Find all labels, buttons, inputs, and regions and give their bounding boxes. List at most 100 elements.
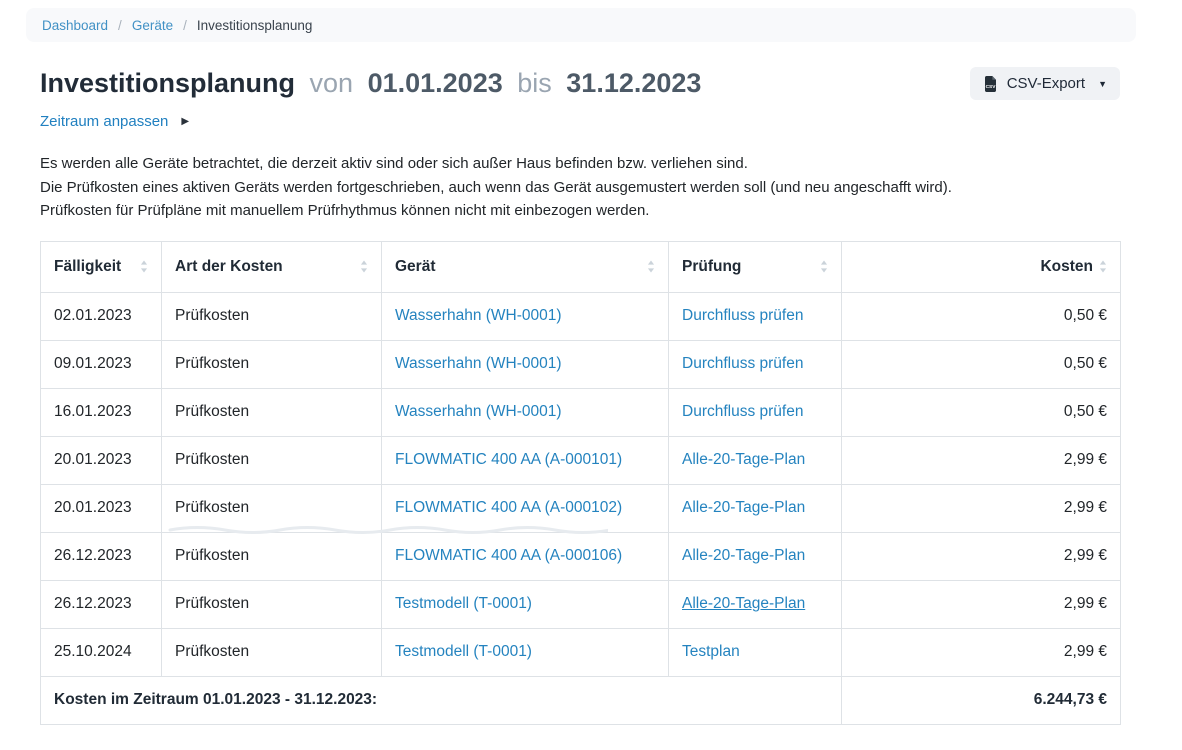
- cell-faelligkeit: 02.01.2023: [41, 292, 162, 340]
- info-line: Prüfkosten für Prüfpläne mit manuellem P…: [40, 199, 1120, 223]
- csv-export-label: CSV-Export: [1007, 75, 1085, 92]
- table-row: 20.01.2023 Prüfkosten FLOWMATIC 400 AA (…: [41, 484, 1121, 532]
- cell-kosten: 0,50 €: [842, 388, 1121, 436]
- cell-art: Prüfkosten: [162, 292, 382, 340]
- cell-kosten: 2,99 €: [842, 484, 1121, 532]
- sort-icon[interactable]: [140, 260, 148, 273]
- breadcrumb-separator: /: [183, 18, 187, 33]
- pruefung-link[interactable]: Durchfluss prüfen: [682, 307, 803, 324]
- table-row: 20.01.2023 Prüfkosten FLOWMATIC 400 AA (…: [41, 436, 1121, 484]
- geraet-link[interactable]: Wasserhahn (WH-0001): [395, 355, 562, 372]
- breadcrumb: Dashboard / Geräte / Investitionsplanung: [26, 8, 1136, 42]
- cell-kosten: 0,50 €: [842, 292, 1121, 340]
- geraet-link[interactable]: Wasserhahn (WH-0001): [395, 307, 562, 324]
- sort-icon[interactable]: [360, 260, 368, 273]
- info-line: Die Prüfkosten eines aktiven Geräts werd…: [40, 176, 1120, 200]
- column-header-kosten[interactable]: Kosten: [842, 241, 1121, 292]
- cell-pruefung: Alle-20-Tage-Plan: [669, 436, 842, 484]
- column-header-label: Fälligkeit: [54, 258, 121, 276]
- cell-geraet: FLOWMATIC 400 AA (A-000102): [382, 484, 669, 532]
- geraet-link[interactable]: FLOWMATIC 400 AA (A-000101): [395, 451, 622, 468]
- table-footer-row: Kosten im Zeitraum 01.01.2023 - 31.12.20…: [41, 676, 1121, 724]
- csv-export-button[interactable]: CSV CSV-Export ▼: [970, 67, 1120, 100]
- cell-pruefung: Durchfluss prüfen: [669, 388, 842, 436]
- cell-faelligkeit: 16.01.2023: [41, 388, 162, 436]
- cell-kosten: 2,99 €: [842, 532, 1121, 580]
- cell-faelligkeit: 09.01.2023: [41, 340, 162, 388]
- geraet-link[interactable]: FLOWMATIC 400 AA (A-000102): [395, 499, 622, 516]
- pruefung-link[interactable]: Alle-20-Tage-Plan: [682, 451, 805, 468]
- geraet-link[interactable]: Testmodell (T-0001): [395, 595, 532, 612]
- table-row: 25.10.2024 Prüfkosten Testmodell (T-0001…: [41, 628, 1121, 676]
- cell-kosten: 2,99 €: [842, 580, 1121, 628]
- cell-faelligkeit: 25.10.2024: [41, 628, 162, 676]
- cell-pruefung: Testplan: [669, 628, 842, 676]
- pruefung-link[interactable]: Alle-20-Tage-Plan: [682, 547, 805, 564]
- page-header: Investitionsplanung von 01.01.2023 bis 3…: [40, 66, 1120, 100]
- cell-pruefung: Alle-20-Tage-Plan: [669, 580, 842, 628]
- cost-table: Fälligkeit Art der Kosten Gerät: [40, 241, 1121, 725]
- cell-geraet: FLOWMATIC 400 AA (A-000101): [382, 436, 669, 484]
- csv-file-icon: CSV: [983, 76, 998, 92]
- info-line: Es werden alle Geräte betrachtet, die de…: [40, 152, 1120, 176]
- sort-icon[interactable]: [647, 260, 655, 273]
- cell-kosten: 2,99 €: [842, 436, 1121, 484]
- column-header-label: Art der Kosten: [175, 258, 283, 276]
- page-title-text: Investitionsplanung: [40, 68, 295, 98]
- column-header-faelligkeit[interactable]: Fälligkeit: [41, 241, 162, 292]
- breadcrumb-item-dashboard[interactable]: Dashboard: [42, 18, 108, 33]
- pruefung-link[interactable]: Durchfluss prüfen: [682, 403, 803, 420]
- cell-geraet: Testmodell (T-0001): [382, 580, 669, 628]
- column-header-label: Prüfung: [682, 258, 741, 276]
- sort-icon[interactable]: [820, 260, 828, 273]
- table-header-row: Fälligkeit Art der Kosten Gerät: [41, 241, 1121, 292]
- title-date-from: 01.01.2023: [368, 68, 503, 98]
- page-title: Investitionsplanung von 01.01.2023 bis 3…: [40, 66, 701, 100]
- zeitraum-row: Zeitraum anpassen ▶: [40, 113, 1120, 130]
- disclosure-triangle-icon[interactable]: ▶: [181, 116, 189, 127]
- column-header-art-der-kosten[interactable]: Art der Kosten: [162, 241, 382, 292]
- cell-art: Prüfkosten: [162, 436, 382, 484]
- column-header-geraet[interactable]: Gerät: [382, 241, 669, 292]
- footer-total-value: 6.244,73 €: [842, 676, 1121, 724]
- cell-faelligkeit: 26.12.2023: [41, 532, 162, 580]
- cell-geraet: Wasserhahn (WH-0001): [382, 292, 669, 340]
- pruefung-link[interactable]: Testplan: [682, 643, 740, 660]
- cell-art: Prüfkosten: [162, 340, 382, 388]
- cell-art: Prüfkosten: [162, 532, 382, 580]
- zeitraum-anpassen-link[interactable]: Zeitraum anpassen: [40, 113, 168, 130]
- column-header-label: Gerät: [395, 258, 436, 276]
- cell-pruefung: Durchfluss prüfen: [669, 292, 842, 340]
- title-bis-label: bis: [517, 68, 552, 98]
- table-row: 09.01.2023 Prüfkosten Wasserhahn (WH-000…: [41, 340, 1121, 388]
- table-row: 26.12.2023 Prüfkosten Testmodell (T-0001…: [41, 580, 1121, 628]
- geraet-link[interactable]: Wasserhahn (WH-0001): [395, 403, 562, 420]
- cost-table-container: Fälligkeit Art der Kosten Gerät: [40, 241, 1120, 725]
- column-header-pruefung[interactable]: Prüfung: [669, 241, 842, 292]
- cell-geraet: Wasserhahn (WH-0001): [382, 340, 669, 388]
- svg-text:CSV: CSV: [985, 83, 996, 89]
- geraet-link[interactable]: FLOWMATIC 400 AA (A-000106): [395, 547, 622, 564]
- sort-icon[interactable]: [1099, 260, 1107, 273]
- geraet-link[interactable]: Testmodell (T-0001): [395, 643, 532, 660]
- info-block: Es werden alle Geräte betrachtet, die de…: [40, 152, 1120, 223]
- cell-faelligkeit: 20.01.2023: [41, 484, 162, 532]
- title-date-to: 31.12.2023: [566, 68, 701, 98]
- table-row: 16.01.2023 Prüfkosten Wasserhahn (WH-000…: [41, 388, 1121, 436]
- cell-pruefung: Alle-20-Tage-Plan: [669, 484, 842, 532]
- cell-art: Prüfkosten: [162, 388, 382, 436]
- cell-pruefung: Alle-20-Tage-Plan: [669, 532, 842, 580]
- title-von-label: von: [310, 68, 354, 98]
- cell-geraet: Testmodell (T-0001): [382, 628, 669, 676]
- footer-total-label: Kosten im Zeitraum 01.01.2023 - 31.12.20…: [41, 676, 842, 724]
- pruefung-link[interactable]: Durchfluss prüfen: [682, 355, 803, 372]
- cell-faelligkeit: 26.12.2023: [41, 580, 162, 628]
- cell-pruefung: Durchfluss prüfen: [669, 340, 842, 388]
- breadcrumb-item-current: Investitionsplanung: [197, 18, 313, 33]
- breadcrumb-separator: /: [118, 18, 122, 33]
- breadcrumb-item-geraete[interactable]: Geräte: [132, 18, 173, 33]
- cell-art: Prüfkosten: [162, 580, 382, 628]
- pruefung-link[interactable]: Alle-20-Tage-Plan: [682, 595, 805, 612]
- pruefung-link[interactable]: Alle-20-Tage-Plan: [682, 499, 805, 516]
- cell-kosten: 0,50 €: [842, 340, 1121, 388]
